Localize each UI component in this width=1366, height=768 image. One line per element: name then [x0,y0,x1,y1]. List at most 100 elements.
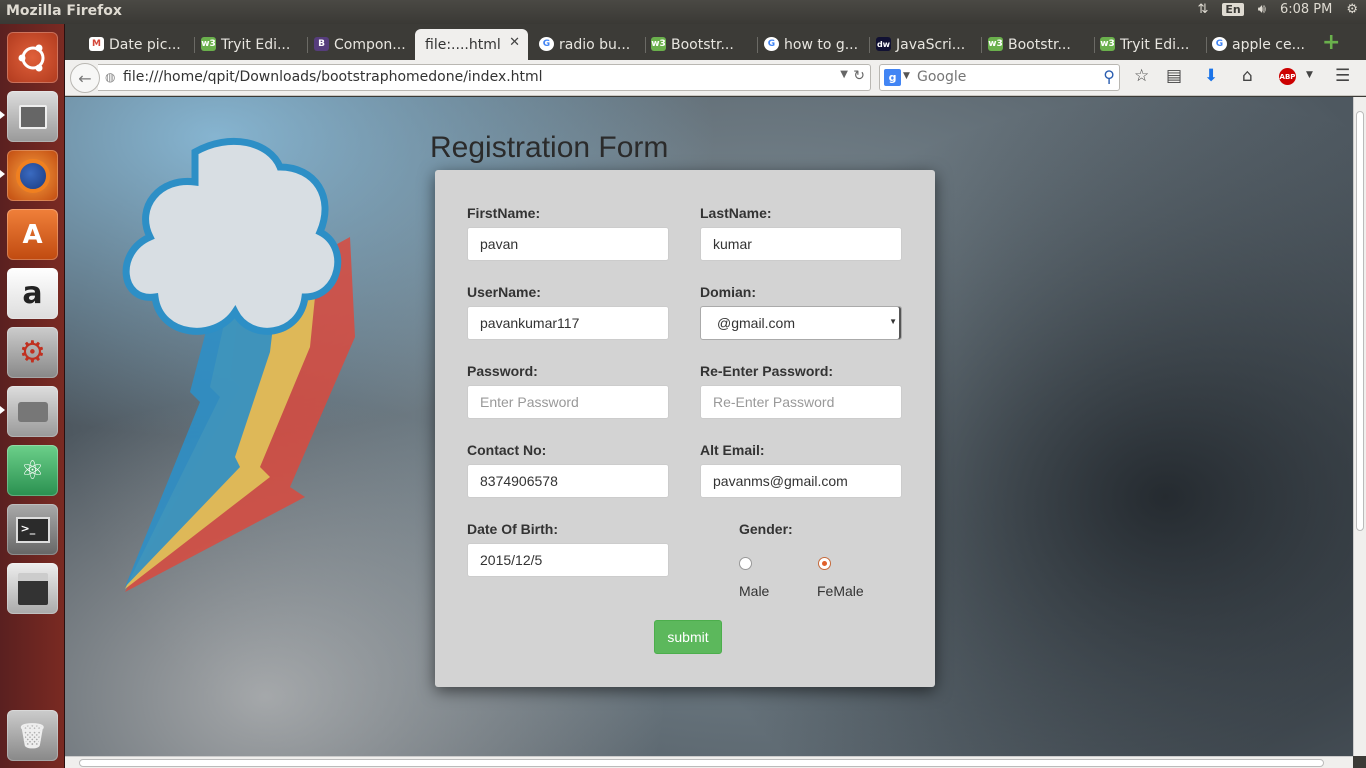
submit-button[interactable]: submit [654,620,722,654]
lastname-field[interactable] [700,227,902,261]
w3schools-icon: w3 [988,37,1003,51]
home-icon[interactable]: ⌂ [1242,66,1253,86]
firstname-field[interactable] [467,227,669,261]
reload-icon[interactable]: ↻ [853,68,865,84]
tab-7[interactable]: dw JavaScri... [874,29,978,60]
tab-label: Compon... [334,36,406,53]
tab-bar: M Date pic... w3 Tryit Edi... B Compon... f… [65,24,1366,60]
unity-launcher: A a ⚙ ⚛ >_ 🗑︎ [0,24,65,768]
female-label: FeMale [817,583,864,599]
lastname-label: LastName: [700,205,772,221]
adblock-dropdown-icon[interactable]: ▼ [1306,70,1313,80]
adblock-plus-icon[interactable]: ABP [1279,68,1296,85]
search-engine-dropdown-icon[interactable]: ▼ [903,71,910,81]
scrollbar-thumb[interactable] [79,759,1324,767]
tab-separator [981,37,982,53]
close-tab-icon[interactable]: ✕ [509,35,520,50]
tab-separator [645,37,646,53]
repassword-field[interactable] [700,385,902,419]
tab-6[interactable]: Ghow to g... [762,29,866,60]
ubuntu-dash-icon[interactable] [7,32,58,83]
new-tab-plus-icon[interactable]: + [1322,30,1340,55]
network-icon[interactable]: ⇅ [1197,2,1208,17]
dob-field[interactable] [467,543,669,577]
volume-icon[interactable]: 🔊︎ [1258,2,1266,17]
tab-label: Bootstr... [671,36,734,53]
url-text: file:///home/qpit/Downloads/bootstraphom… [123,69,543,85]
gender-female-radio[interactable] [818,557,831,570]
downloads-icon[interactable]: ⬇ [1204,66,1218,86]
google-icon: G [539,37,554,51]
navigation-toolbar: ◍ file:///home/qpit/Downloads/bootstraph… [65,60,1366,96]
domain-label: Domian: [700,284,756,300]
keyboard-layout-indicator[interactable]: En [1222,3,1244,16]
globe-icon: ◍ [105,70,116,84]
domain-selected-value: @gmail.com [717,315,796,331]
w3schools-icon: w3 [1100,37,1115,51]
rainbow-cloud-logo [122,137,355,592]
settings-gear-icon[interactable]: ⚙ [1346,2,1358,17]
password-label: Password: [467,363,538,379]
tab-5[interactable]: w3 Bootstr... [649,29,753,60]
contact-label: Contact No: [467,442,547,458]
url-dropdown-icon[interactable]: ▼ [840,69,848,80]
tab-separator [194,37,195,53]
scrollbar-thumb[interactable] [1356,111,1364,531]
horizontal-scrollbar[interactable] [65,756,1353,768]
software-center-icon[interactable]: A [7,209,58,260]
back-arrow-icon: ← [78,68,92,88]
username-label: UserName: [467,284,541,300]
reading-list-icon[interactable]: ▤ [1166,66,1182,86]
tab-10[interactable]: Gapple ce... [1210,29,1314,60]
vertical-scrollbar[interactable] [1353,97,1366,756]
atom-editor-icon[interactable]: ⚛ [7,445,58,496]
clock[interactable]: 6:08 PM [1280,2,1332,17]
menu-hamburger-icon[interactable]: ☰ [1335,66,1350,86]
printer-icon[interactable] [7,386,58,437]
google-icon: G [1212,37,1227,51]
trash-icon[interactable]: 🗑︎ [7,710,58,761]
gender-male-radio[interactable] [739,557,752,570]
amazon-icon[interactable]: a [7,268,58,319]
gender-label: Gender: [739,521,793,537]
terminal-icon[interactable]: >_ [7,504,58,555]
tab-label: Tryit Edi... [221,36,291,53]
firefox-icon[interactable] [7,150,58,201]
tab-label: apple ce... [1232,36,1305,53]
gmail-icon: M [89,37,104,51]
tab-separator [757,37,758,53]
tab-9[interactable]: w3 Tryit Edi... [1098,29,1202,60]
tab-8[interactable]: w3 Bootstr... [986,29,1090,60]
system-settings-icon[interactable]: ⚙ [7,327,58,378]
search-box[interactable]: g ▼ ⚲ [879,64,1120,91]
system-tray: ⇅ En 🔊︎ 6:08 PM ⚙ [1197,2,1358,17]
system-top-bar: Mozilla Firefox ⇅ En 🔊︎ 6:08 PM ⚙ [0,0,1366,24]
search-input[interactable] [917,69,1087,85]
password-field[interactable] [467,385,669,419]
dob-label: Date Of Birth: [467,521,558,537]
tab-1[interactable]: w3 Tryit Edi... [199,29,303,60]
bookmark-star-icon[interactable]: ☆ [1134,66,1149,86]
domain-select[interactable]: @gmail.com ▼ [700,306,902,340]
page-content: Registration Form FirstName: LastName: U… [65,97,1353,756]
altemail-field[interactable] [700,464,902,498]
username-field[interactable] [467,306,669,340]
tab-2[interactable]: B Compon... [312,29,416,60]
google-search-engine-icon[interactable]: g [884,69,901,86]
files-icon[interactable] [7,91,58,142]
tab-label: file:....html [425,36,501,53]
tab-separator [1206,37,1207,53]
url-bar[interactable]: ◍ file:///home/qpit/Downloads/bootstraph… [98,64,871,91]
window-title: Mozilla Firefox [6,3,122,19]
tab-separator [307,37,308,53]
tab-label: Tryit Edi... [1120,36,1190,53]
tab-label: JavaScri... [896,36,966,53]
tab-0[interactable]: M Date pic... [87,29,191,60]
tab-label: radio bu... [559,36,631,53]
tab-3-active[interactable]: file:....html ✕ [415,29,528,60]
back-button[interactable]: ← [70,63,100,93]
contact-field[interactable] [467,464,669,498]
search-magnifier-icon[interactable]: ⚲ [1103,67,1115,86]
tab-4[interactable]: Gradio bu... [537,29,641,60]
save-disk-icon[interactable] [7,563,58,614]
